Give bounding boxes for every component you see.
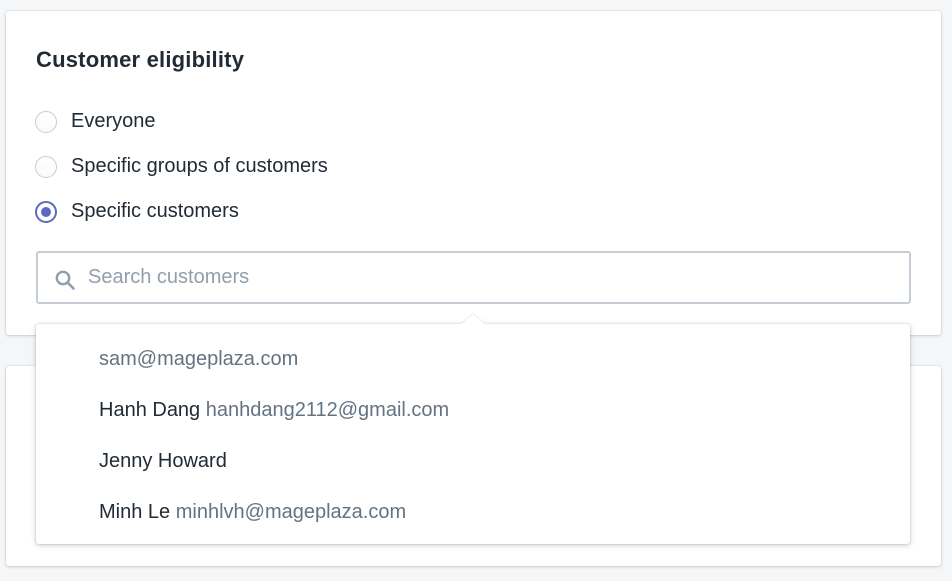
result-name: Minh Le: [99, 501, 171, 523]
result-email: minhlvh@mageplaza.com: [175, 501, 407, 523]
radio-option-specific-customers[interactable]: Specific customers: [35, 200, 239, 223]
radio-button-specific-groups[interactable]: [35, 155, 57, 178]
result-email: sam@mageplaza.com: [99, 348, 299, 370]
radio-button-everyone[interactable]: [35, 110, 57, 133]
result-item[interactable]: sam@mageplaza.com: [99, 348, 298, 371]
radio-label-specific-customers: Specific customers: [71, 200, 239, 222]
result-item[interactable]: Minh Le minhlvh@mageplaza.com: [99, 501, 406, 524]
dropdown-caret: [461, 314, 485, 324]
result-email: hanhdang2112@gmail.com: [205, 399, 450, 421]
result-name: Hanh Dang: [99, 399, 201, 421]
result-item[interactable]: Jenny Howard: [99, 450, 227, 473]
radio-button-specific-customers[interactable]: [35, 200, 57, 223]
customer-search-field[interactable]: [36, 251, 911, 304]
radio-label-specific-groups: Specific groups of customers: [71, 155, 328, 177]
section-title: Customer eligibility: [36, 47, 245, 72]
customer-eligibility-card: Customer eligibility Everyone Specific g…: [6, 11, 941, 335]
radio-option-everyone[interactable]: Everyone: [35, 110, 156, 133]
search-input[interactable]: [88, 253, 888, 302]
search-icon: [54, 269, 76, 291]
result-name: Jenny Howard: [99, 450, 227, 472]
customer-results-dropdown: sam@mageplaza.com Hanh Dang hanhdang2112…: [36, 314, 910, 544]
radio-option-specific-groups[interactable]: Specific groups of customers: [35, 155, 328, 178]
radio-label-everyone: Everyone: [71, 110, 156, 132]
result-item[interactable]: Hanh Dang hanhdang2112@gmail.com: [99, 399, 449, 422]
